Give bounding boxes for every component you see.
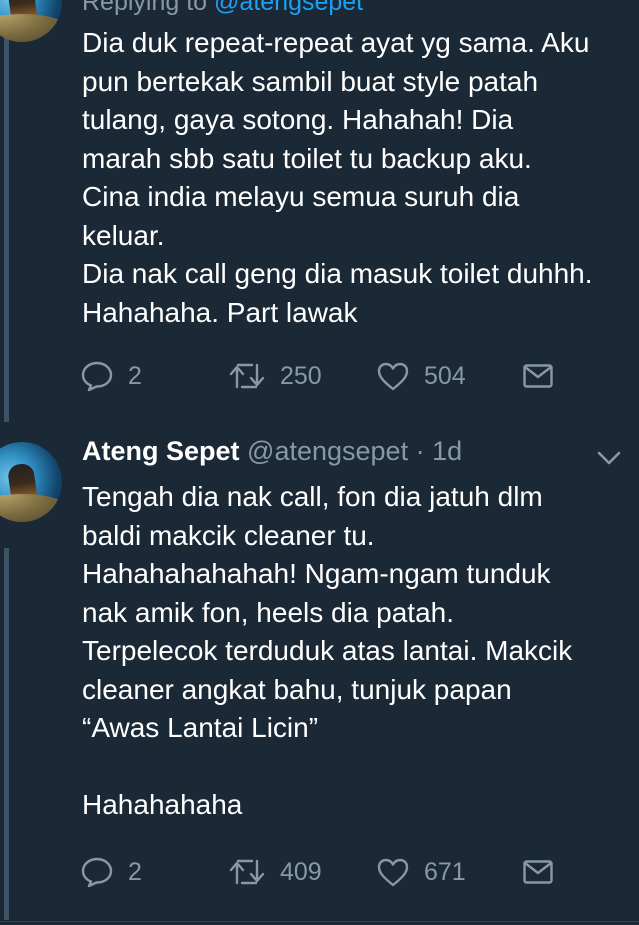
heart-icon (377, 858, 409, 887)
like-count: 671 (424, 857, 466, 886)
tweet-1-text: Dia duk repeat-repeat ayat yg sama. Aku … (82, 27, 593, 328)
avatar-reef-shape (0, 494, 62, 522)
retweet-count: 409 (280, 857, 322, 886)
share-button[interactable] (522, 852, 554, 892)
reply-count: 2 (128, 361, 142, 390)
reply-count: 2 (128, 857, 142, 886)
tweet-2-actions: 2 409 671 (80, 852, 580, 892)
like-button[interactable]: 504 (376, 356, 466, 396)
tweet-2-header: Ateng Sepet @atengsepet · 1d (82, 436, 462, 467)
tweet-2-text: Tengah dia nak call, fon dia jatuh dlm b… (82, 481, 573, 820)
heart-icon (377, 362, 409, 391)
replying-prefix: Replying to (82, 0, 215, 16)
chevron-down-icon[interactable] (596, 448, 622, 468)
retweet-button[interactable]: 250 (228, 356, 322, 396)
replying-handle-link[interactable]: @atengsepet (214, 0, 363, 16)
like-button[interactable]: 671 (376, 852, 466, 892)
reply-icon (81, 361, 113, 392)
author-handle[interactable]: @atengsepet (247, 436, 408, 466)
bottom-divider (0, 921, 639, 922)
tweet-1-actions: 2 250 504 (80, 356, 580, 396)
retweet-button[interactable]: 409 (228, 852, 322, 892)
retweet-icon (229, 859, 265, 885)
reply-button[interactable]: 2 (80, 356, 142, 396)
share-mail-icon (523, 364, 553, 388)
tweet-time: · 1d (415, 436, 463, 466)
like-count: 504 (424, 361, 466, 390)
avatar-tweet-2[interactable] (0, 442, 62, 522)
replying-to: Replying to @atengsepet (82, 0, 363, 17)
reply-button[interactable]: 2 (80, 852, 142, 892)
share-mail-icon (523, 860, 553, 884)
avatar-reef-shape (0, 14, 62, 42)
avatar-tweet-1[interactable] (0, 0, 62, 42)
share-button[interactable] (522, 356, 554, 396)
reply-icon (81, 857, 113, 888)
retweet-count: 250 (280, 361, 322, 390)
author-name[interactable]: Ateng Sepet (82, 436, 240, 466)
thread-line-bottom (4, 548, 9, 920)
thread-line-top (4, 0, 9, 422)
retweet-icon (229, 363, 265, 389)
